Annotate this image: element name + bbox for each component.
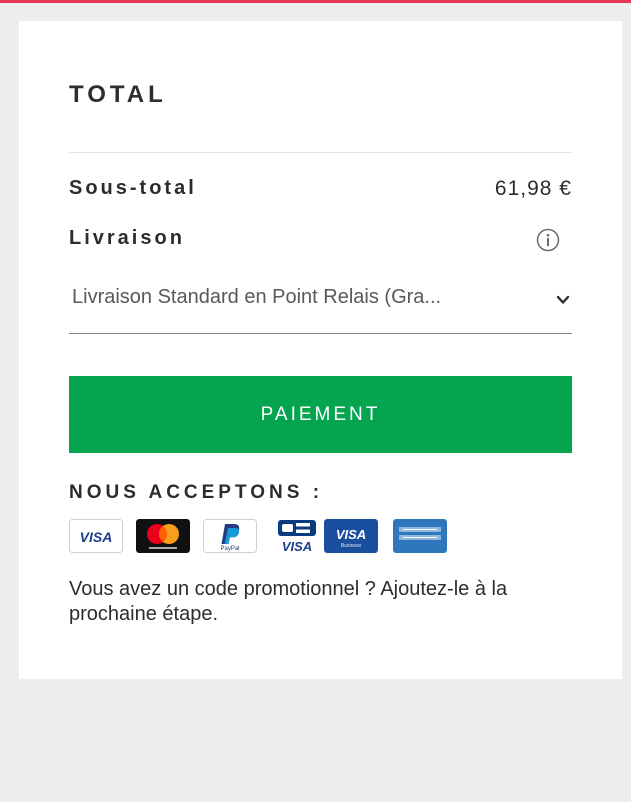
subtotal-label: Sous-total: [69, 177, 197, 199]
visa-icon: VISA: [69, 519, 123, 553]
chevron-down-icon: [556, 295, 570, 304]
visa-business-icon: VISA Business: [324, 519, 378, 553]
top-accent-bar: [0, 0, 631, 3]
delivery-label: Livraison: [69, 227, 185, 249]
carte-bancaire-icon: VISA: [270, 519, 324, 553]
subtotal-value: 61,98 €: [494, 177, 572, 200]
accepted-payments-heading: NOUS ACCEPTONS :: [69, 482, 324, 503]
mastercard-icon: [136, 519, 190, 553]
divider: [69, 152, 572, 153]
payment-button[interactable]: PAIEMENT: [69, 376, 572, 453]
visa-text: VISA: [80, 529, 113, 545]
info-icon[interactable]: [536, 228, 560, 252]
visa-business-subtext: Business: [341, 543, 362, 549]
delivery-method-value: Livraison Standard en Point Relais (Gra.…: [72, 286, 442, 308]
order-summary-card: TOTAL Sous-total 61,98 € Livraison Livra…: [19, 21, 622, 679]
delivery-method-select[interactable]: Livraison Standard en Point Relais (Gra.…: [69, 282, 572, 334]
payment-methods-list: VISA PayPal VISA VISA Business: [69, 519, 449, 555]
cb-visa-text: VISA: [282, 539, 312, 553]
paypal-text: PayPal: [220, 546, 239, 552]
american-express-icon: [393, 519, 447, 553]
total-heading: TOTAL: [69, 81, 167, 108]
paypal-icon: PayPal: [203, 519, 257, 553]
promo-code-notice: Vous avez un code promotionnel ? Ajoutez…: [69, 578, 508, 625]
visa-business-text: VISA: [336, 527, 366, 542]
